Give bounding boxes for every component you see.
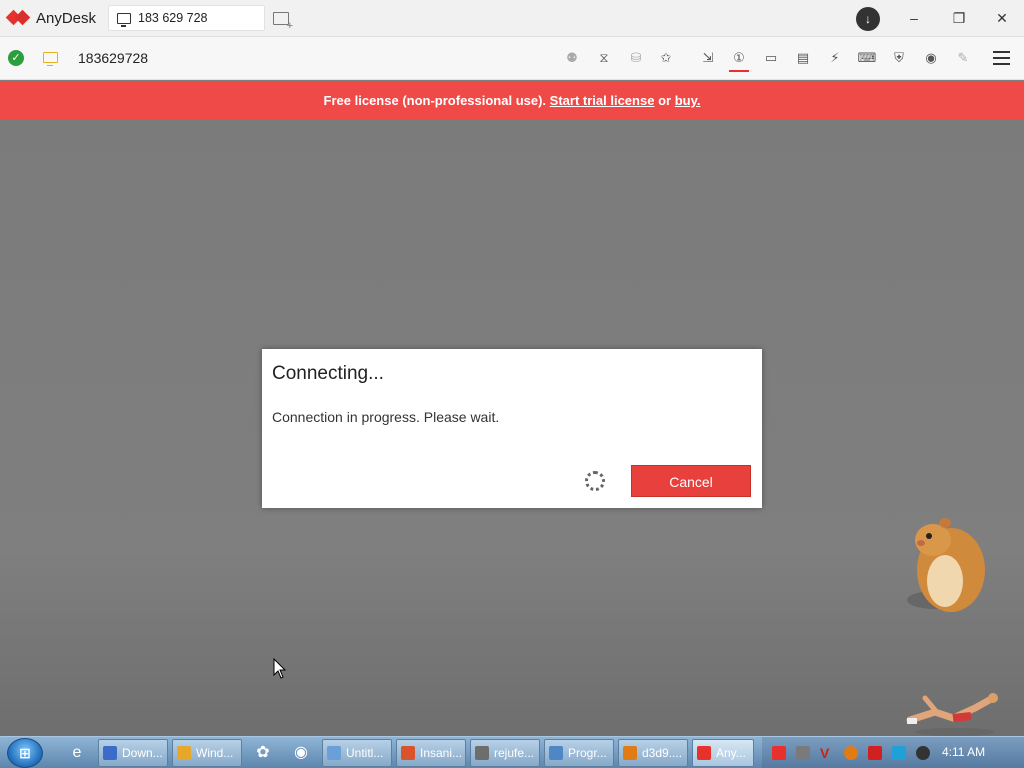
taskbar-item[interactable]: Progr...: [544, 739, 614, 767]
close-button[interactable]: ✕: [992, 9, 1012, 27]
hourglass-icon[interactable]: ⧖: [594, 48, 614, 68]
session-tab[interactable]: 183 629 728: [108, 5, 265, 31]
dialog-title: Connecting...: [272, 363, 384, 384]
permissions-shield-icon[interactable]: ⛨: [889, 48, 909, 68]
title-bar: AnyDesk 183 629 728 ↓ – ❐ ✕: [0, 0, 1024, 37]
download-icon[interactable]: ↓: [856, 7, 880, 31]
taskbar-item-anydesk[interactable]: Any...: [692, 739, 754, 767]
actions-lightning-icon[interactable]: ⚡: [825, 48, 845, 68]
taskbar-item-icon: [103, 746, 117, 760]
desktop-icon: [43, 52, 58, 66]
new-tab-icon[interactable]: [273, 12, 293, 32]
anydesk-tray-icon[interactable]: [772, 746, 786, 760]
taskbar-item[interactable]: Down...: [98, 739, 168, 767]
connecting-dialog: Connecting... Connection in progress. Pl…: [262, 349, 762, 508]
address-input[interactable]: 183629728: [78, 50, 148, 66]
start-trial-link[interactable]: Start trial license: [550, 93, 655, 108]
whiteboard-pen-icon[interactable]: ✎: [953, 48, 973, 68]
restore-button[interactable]: ❐: [949, 9, 969, 27]
monitor-icon: [117, 12, 131, 27]
file-transfer-icon[interactable]: ⇲: [698, 48, 718, 68]
anydesk-logo-icon: [5, 8, 32, 28]
chat-icon[interactable]: ▤: [793, 48, 813, 68]
system-tray: V 4:11 AM: [762, 737, 1024, 768]
hamster-desktop-pet: [907, 518, 985, 612]
taskbar: ⊞ e Down... Wind... ✿ ◉ Untitl... Insani…: [0, 736, 1024, 768]
taskbar-item[interactable]: Insani...: [396, 739, 466, 767]
v-tray-icon[interactable]: V: [820, 746, 834, 760]
session-tab-label: 183 629 728: [138, 11, 208, 25]
monitor-icon[interactable]: ▭: [761, 48, 781, 68]
taskbar-item-icon: [401, 746, 415, 760]
or-text: or: [654, 93, 675, 108]
tray-app-icon[interactable]: [796, 746, 810, 760]
taskbar-item[interactable]: Wind...: [172, 739, 242, 767]
cancel-button[interactable]: Cancel: [631, 465, 751, 497]
license-text: Free license (non-professional use).: [323, 93, 550, 108]
address-bar: ✓ 183629728 ⚉ ⧖ ⛁ ✩ ⇲ ① ▭ ▤ ⚡ ⌨ ⛨ ◉ ✎: [0, 37, 1024, 80]
taskbar-item-icon: [623, 746, 637, 760]
license-banner: Free license (non-professional use). Sta…: [0, 81, 1024, 120]
minimize-button[interactable]: –: [904, 9, 924, 27]
connection-ok-icon: ✓: [8, 50, 24, 66]
taskbar-item-icon: [475, 746, 489, 760]
clock[interactable]: 4:11 AM: [942, 745, 985, 759]
buy-link[interactable]: buy.: [675, 93, 701, 108]
taskbar-item-icon: [549, 746, 563, 760]
taskbar-item[interactable]: rejufe...: [470, 739, 540, 767]
loading-spinner-icon: [585, 471, 605, 491]
star-icon[interactable]: ✩: [656, 48, 676, 68]
flag-icon[interactable]: [868, 746, 882, 760]
display-1-icon[interactable]: ①: [729, 48, 749, 72]
taskbar-item-icon: [327, 746, 341, 760]
app-name: AnyDesk: [36, 9, 97, 27]
keyboard-icon[interactable]: ⌨: [857, 48, 877, 68]
start-button[interactable]: ⊞: [7, 738, 43, 768]
runner-desktop-pet: [906, 693, 998, 736]
chrome-icon[interactable]: ◉: [290, 742, 312, 764]
taskbar-item-icon: [697, 746, 711, 760]
app-pinned-icon[interactable]: ✿: [252, 742, 274, 764]
taskbar-item[interactable]: Untitl...: [322, 739, 392, 767]
taskbar-item[interactable]: d3d9....: [618, 739, 688, 767]
search-tray-icon[interactable]: [844, 746, 858, 760]
volume-icon[interactable]: [916, 746, 930, 760]
mouse-cursor-icon: [273, 658, 287, 679]
internet-explorer-icon[interactable]: e: [66, 742, 88, 764]
network-icon[interactable]: [892, 746, 906, 760]
record-icon[interactable]: ◉: [921, 48, 941, 68]
input-privacy-icon[interactable]: ⚉: [562, 48, 582, 68]
anydesk-logo: AnyDesk: [5, 8, 98, 28]
menu-icon[interactable]: [993, 51, 1010, 65]
dialog-message: Connection in progress. Please wait.: [272, 409, 500, 425]
database-icon[interactable]: ⛁: [626, 48, 646, 68]
taskbar-item-icon: [177, 746, 191, 760]
